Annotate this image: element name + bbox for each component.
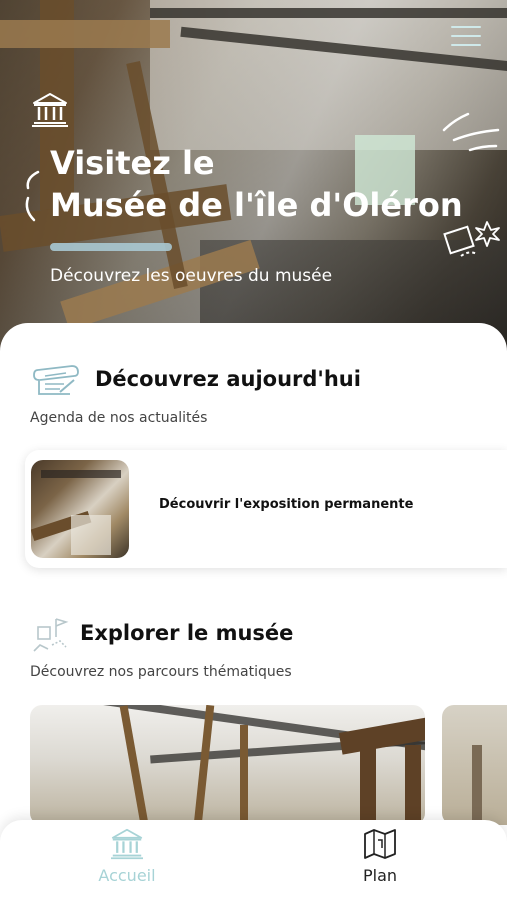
nav-label-accueil: Accueil (98, 866, 156, 885)
ticket-icon (443, 221, 500, 257)
route-card[interactable] (30, 705, 425, 825)
nav-label-plan: Plan (362, 866, 398, 885)
route-photo-pole (193, 705, 215, 825)
route-card[interactable] (442, 705, 507, 825)
map-icon (364, 829, 396, 859)
menu-bar (451, 35, 481, 37)
exhibit-label: Découvrir l'exposition permanente (159, 497, 414, 512)
hero-photo-press (0, 20, 170, 48)
hero-banner: Visitez le Musée de l'île d'Oléron Décou… (0, 0, 507, 360)
hero-title: Visitez le Musée de l'île d'Oléron (50, 142, 480, 226)
section-subtitle-explore: Découvrez nos parcours thématiques (30, 664, 292, 680)
hero-title-line: Visitez le (50, 144, 215, 182)
section-subtitle-today: Agenda de nos actualités (30, 410, 208, 426)
menu-bar (451, 44, 481, 46)
scroll-icon (33, 365, 79, 395)
hero-subtitle: Découvrez les oeuvres du musée (50, 266, 333, 286)
nav-item-accueil[interactable]: Accueil (67, 828, 187, 885)
route-photo-press (472, 745, 482, 825)
route-icon (33, 618, 69, 652)
menu-bar (451, 26, 481, 28)
route-photo-press (360, 745, 376, 825)
hero-title-line: Musée de l'île d'Oléron (50, 186, 463, 224)
hero-photo-beam (150, 8, 507, 18)
exhibit-card[interactable]: Découvrir l'exposition permanente (25, 450, 507, 568)
thumb-detail (71, 515, 111, 555)
section-title-today: Découvrez aujourd'hui (95, 367, 361, 391)
thumb-detail (41, 470, 121, 478)
museum-icon (32, 93, 68, 127)
hero-underline (50, 243, 172, 251)
exhibit-thumbnail (31, 460, 129, 558)
section-title-explore: Explorer le musée (80, 621, 294, 645)
route-photo-pole (240, 725, 248, 825)
nav-item-plan[interactable]: Plan (320, 828, 440, 885)
route-photo-pole (119, 705, 149, 825)
museum-icon (111, 828, 143, 860)
menu-button[interactable] (451, 26, 481, 48)
sparkle-icon (442, 112, 500, 152)
sparkle-icon (25, 170, 40, 222)
route-photo-press (405, 745, 421, 825)
bottom-navigation: Accueil Plan (0, 820, 507, 900)
